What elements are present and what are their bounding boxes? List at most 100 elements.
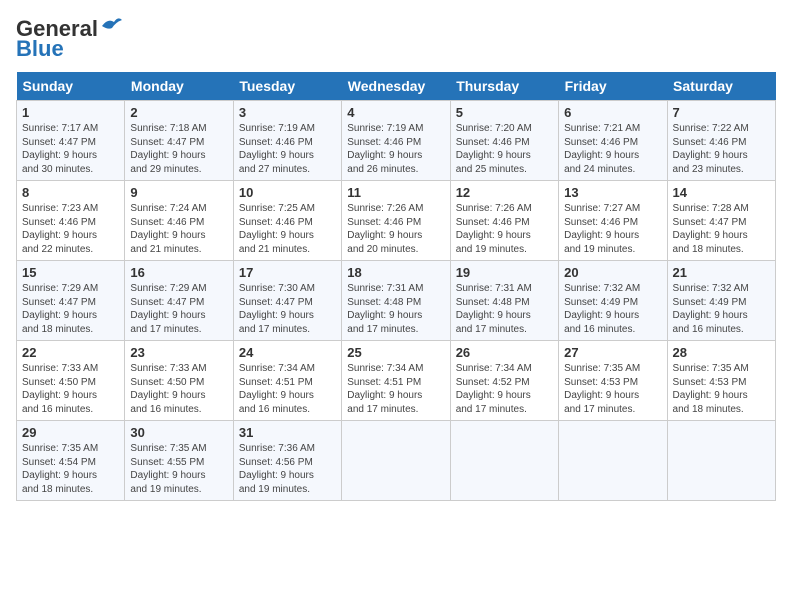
calendar-cell: 17 Sunrise: 7:30 AM Sunset: 4:47 PM Dayli… (233, 261, 341, 341)
day-number: 4 (347, 105, 444, 120)
day-info: Sunrise: 7:19 AM Sunset: 4:46 PM Dayligh… (347, 122, 444, 176)
calendar-cell: 5 Sunrise: 7:20 AM Sunset: 4:46 PM Daylig… (450, 101, 558, 181)
day-number: 14 (673, 185, 770, 200)
calendar-cell: 20 Sunrise: 7:32 AM Sunset: 4:49 PM Dayli… (559, 261, 667, 341)
day-number: 6 (564, 105, 661, 120)
day-number: 19 (456, 265, 553, 280)
day-number: 2 (130, 105, 227, 120)
day-info: Sunrise: 7:33 AM Sunset: 4:50 PM Dayligh… (130, 362, 227, 416)
calendar-cell (342, 421, 450, 501)
day-number: 10 (239, 185, 336, 200)
logo-bird-icon (100, 16, 122, 34)
day-number: 26 (456, 345, 553, 360)
day-info: Sunrise: 7:29 AM Sunset: 4:47 PM Dayligh… (22, 282, 119, 336)
day-number: 11 (347, 185, 444, 200)
day-info: Sunrise: 7:21 AM Sunset: 4:46 PM Dayligh… (564, 122, 661, 176)
calendar-cell: 9Sunrise: 7:24 AM Sunset: 4:46 PM Daylig… (125, 181, 233, 261)
col-header-sunday: Sunday (17, 72, 125, 101)
day-number: 21 (673, 265, 770, 280)
calendar-week-row: 22 Sunrise: 7:33 AM Sunset: 4:50 PM Dayli… (17, 341, 776, 421)
day-number: 1 (22, 105, 119, 120)
calendar-cell: 22 Sunrise: 7:33 AM Sunset: 4:50 PM Dayli… (17, 341, 125, 421)
calendar-cell: 12 Sunrise: 7:26 AM Sunset: 4:46 PM Dayli… (450, 181, 558, 261)
day-info: Sunrise: 7:27 AM Sunset: 4:46 PM Dayligh… (564, 202, 661, 256)
day-number: 24 (239, 345, 336, 360)
day-info: Sunrise: 7:19 AM Sunset: 4:46 PM Dayligh… (239, 122, 336, 176)
day-info: Sunrise: 7:34 AM Sunset: 4:51 PM Dayligh… (347, 362, 444, 416)
day-number: 13 (564, 185, 661, 200)
calendar-cell: 30 Sunrise: 7:35 AM Sunset: 4:55 PM Dayli… (125, 421, 233, 501)
day-number: 28 (673, 345, 770, 360)
calendar-week-row: 15 Sunrise: 7:29 AM Sunset: 4:47 PM Dayli… (17, 261, 776, 341)
calendar-cell: 14 Sunrise: 7:28 AM Sunset: 4:47 PM Dayli… (667, 181, 775, 261)
day-number: 16 (130, 265, 227, 280)
calendar-cell: 10 Sunrise: 7:25 AM Sunset: 4:46 PM Dayli… (233, 181, 341, 261)
day-info: Sunrise: 7:24 AM Sunset: 4:46 PM Dayligh… (130, 202, 227, 256)
day-number: 31 (239, 425, 336, 440)
day-number: 5 (456, 105, 553, 120)
day-info: Sunrise: 7:28 AM Sunset: 4:47 PM Dayligh… (673, 202, 770, 256)
day-number: 23 (130, 345, 227, 360)
col-header-friday: Friday (559, 72, 667, 101)
calendar-cell: 6 Sunrise: 7:21 AM Sunset: 4:46 PM Daylig… (559, 101, 667, 181)
day-number: 7 (673, 105, 770, 120)
day-number: 3 (239, 105, 336, 120)
calendar-cell: 3 Sunrise: 7:19 AM Sunset: 4:46 PM Daylig… (233, 101, 341, 181)
day-info: Sunrise: 7:35 AM Sunset: 4:53 PM Dayligh… (564, 362, 661, 416)
calendar-cell: 1 Sunrise: 7:17 AM Sunset: 4:47 PM Daylig… (17, 101, 125, 181)
calendar-cell: 25Sunrise: 7:34 AM Sunset: 4:51 PM Dayli… (342, 341, 450, 421)
day-info: Sunrise: 7:26 AM Sunset: 4:46 PM Dayligh… (347, 202, 444, 256)
calendar-cell: 18 Sunrise: 7:31 AM Sunset: 4:48 PM Dayli… (342, 261, 450, 341)
day-info: Sunrise: 7:18 AM Sunset: 4:47 PM Dayligh… (130, 122, 227, 176)
calendar-week-row: 8Sunrise: 7:23 AM Sunset: 4:46 PM Daylig… (17, 181, 776, 261)
calendar-cell: 23 Sunrise: 7:33 AM Sunset: 4:50 PM Dayli… (125, 341, 233, 421)
day-number: 17 (239, 265, 336, 280)
day-info: Sunrise: 7:32 AM Sunset: 4:49 PM Dayligh… (564, 282, 661, 336)
day-number: 18 (347, 265, 444, 280)
logo-blue: Blue (16, 36, 64, 62)
col-header-monday: Monday (125, 72, 233, 101)
day-info: Sunrise: 7:17 AM Sunset: 4:47 PM Dayligh… (22, 122, 119, 176)
col-header-wednesday: Wednesday (342, 72, 450, 101)
day-info: Sunrise: 7:26 AM Sunset: 4:46 PM Dayligh… (456, 202, 553, 256)
logo: General Blue (16, 16, 122, 62)
day-info: Sunrise: 7:30 AM Sunset: 4:47 PM Dayligh… (239, 282, 336, 336)
calendar-cell: 21Sunrise: 7:32 AM Sunset: 4:49 PM Dayli… (667, 261, 775, 341)
day-number: 12 (456, 185, 553, 200)
calendar-cell: 26 Sunrise: 7:34 AM Sunset: 4:52 PM Dayli… (450, 341, 558, 421)
calendar-cell: 31 Sunrise: 7:36 AM Sunset: 4:56 PM Dayli… (233, 421, 341, 501)
day-number: 8 (22, 185, 119, 200)
day-info: Sunrise: 7:36 AM Sunset: 4:56 PM Dayligh… (239, 442, 336, 496)
calendar-cell (559, 421, 667, 501)
day-info: Sunrise: 7:33 AM Sunset: 4:50 PM Dayligh… (22, 362, 119, 416)
calendar-cell: 13 Sunrise: 7:27 AM Sunset: 4:46 PM Dayli… (559, 181, 667, 261)
calendar-week-row: 29 Sunrise: 7:35 AM Sunset: 4:54 PM Dayli… (17, 421, 776, 501)
day-info: Sunrise: 7:31 AM Sunset: 4:48 PM Dayligh… (456, 282, 553, 336)
col-header-thursday: Thursday (450, 72, 558, 101)
calendar-cell: 2 Sunrise: 7:18 AM Sunset: 4:47 PM Daylig… (125, 101, 233, 181)
day-info: Sunrise: 7:34 AM Sunset: 4:52 PM Dayligh… (456, 362, 553, 416)
page-header: General Blue (16, 16, 776, 62)
day-number: 22 (22, 345, 119, 360)
day-number: 29 (22, 425, 119, 440)
calendar-week-row: 1 Sunrise: 7:17 AM Sunset: 4:47 PM Daylig… (17, 101, 776, 181)
col-header-saturday: Saturday (667, 72, 775, 101)
day-info: Sunrise: 7:34 AM Sunset: 4:51 PM Dayligh… (239, 362, 336, 416)
calendar-cell: 19 Sunrise: 7:31 AM Sunset: 4:48 PM Dayli… (450, 261, 558, 341)
calendar-cell: 7 Sunrise: 7:22 AM Sunset: 4:46 PM Daylig… (667, 101, 775, 181)
calendar-cell: 16Sunrise: 7:29 AM Sunset: 4:47 PM Dayli… (125, 261, 233, 341)
calendar-cell: 11 Sunrise: 7:26 AM Sunset: 4:46 PM Dayli… (342, 181, 450, 261)
day-number: 27 (564, 345, 661, 360)
day-number: 20 (564, 265, 661, 280)
day-number: 15 (22, 265, 119, 280)
day-info: Sunrise: 7:35 AM Sunset: 4:55 PM Dayligh… (130, 442, 227, 496)
day-info: Sunrise: 7:25 AM Sunset: 4:46 PM Dayligh… (239, 202, 336, 256)
calendar-cell: 15 Sunrise: 7:29 AM Sunset: 4:47 PM Dayli… (17, 261, 125, 341)
calendar-cell: 8Sunrise: 7:23 AM Sunset: 4:46 PM Daylig… (17, 181, 125, 261)
day-number: 30 (130, 425, 227, 440)
day-info: Sunrise: 7:31 AM Sunset: 4:48 PM Dayligh… (347, 282, 444, 336)
day-info: Sunrise: 7:35 AM Sunset: 4:54 PM Dayligh… (22, 442, 119, 496)
day-info: Sunrise: 7:22 AM Sunset: 4:46 PM Dayligh… (673, 122, 770, 176)
calendar-header-row: SundayMondayTuesdayWednesdayThursdayFrid… (17, 72, 776, 101)
day-info: Sunrise: 7:20 AM Sunset: 4:46 PM Dayligh… (456, 122, 553, 176)
